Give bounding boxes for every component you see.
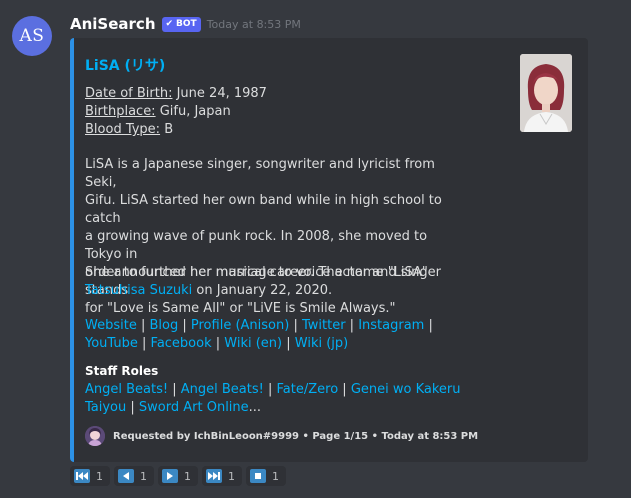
reaction-count: 1 <box>184 469 191 483</box>
reaction-count: 1 <box>140 469 147 483</box>
reaction-count: 1 <box>228 469 235 483</box>
message-timestamp[interactable]: Today at 8:53 PM <box>207 18 301 31</box>
birthplace-value: Gifu, Japan <box>155 104 231 119</box>
staff-role-link[interactable]: Genei wo Kakeru <box>351 382 461 397</box>
reaction-count: 1 <box>96 469 103 483</box>
twitter-link[interactable]: Twitter <box>302 318 346 333</box>
dob-value: June 24, 1987 <box>172 86 267 101</box>
blood-type-value: B <box>160 122 174 137</box>
requester-avatar-icon <box>85 426 105 446</box>
separator: | <box>263 382 277 397</box>
field-blood-type: Blood Type: B <box>85 122 173 137</box>
embed-title[interactable]: LiSA (リサ) <box>85 55 165 75</box>
profile-anison-link[interactable]: Profile (Anison) <box>191 318 289 333</box>
separator: | <box>178 318 191 333</box>
reactions-bar: 1 1 1 1 1 <box>70 466 286 486</box>
staff-roles-title: Staff Roles <box>85 364 159 378</box>
message-header: AniSearch ✔ BOT Today at 8:53 PM <box>70 14 301 34</box>
birthplace-label: Birthplace: <box>85 104 156 119</box>
reaction-count: 1 <box>272 469 279 483</box>
separator: | <box>424 318 433 333</box>
youtube-link[interactable]: YouTube <box>85 336 138 351</box>
wiki-en-link[interactable]: Wiki (en) <box>224 336 282 351</box>
field-birthplace: Birthplace: Gifu, Japan <box>85 104 231 119</box>
reaction-stop[interactable]: 1 <box>246 466 286 486</box>
embed-thumbnail[interactable] <box>520 54 572 132</box>
links-row-1: Website | Blog | Profile (Anison) | Twit… <box>85 318 433 333</box>
last-page-icon <box>206 469 222 483</box>
first-page-icon <box>74 469 90 483</box>
staff-role-link[interactable]: Fate/Zero <box>277 382 339 397</box>
bio-line: LiSA is a Japanese singer, songwriter an… <box>85 157 435 190</box>
bot-avatar[interactable]: AS <box>12 16 52 56</box>
staff-role-link[interactable]: Taiyou <box>85 400 126 415</box>
footer-text: Requested by IchBinLeoon#9999 • Page 1/1… <box>113 430 479 442</box>
next-page-icon <box>162 469 178 483</box>
reaction-last-page[interactable]: 1 <box>202 466 242 486</box>
separator: | <box>338 382 351 397</box>
previous-page-icon <box>118 469 134 483</box>
separator: | <box>126 400 139 415</box>
separator: | <box>289 318 302 333</box>
reaction-first-page[interactable]: 1 <box>70 466 110 486</box>
bio-line: a growing wave of punk rock. In 2008, sh… <box>85 229 428 262</box>
bio-line: for "Love is Same All" or "LiVE is Smile… <box>85 301 396 316</box>
blog-link[interactable]: Blog <box>149 318 178 333</box>
links-row-2: YouTube | Facebook | Wiki (en) | Wiki (j… <box>85 336 348 351</box>
stop-icon <box>250 469 266 483</box>
separator: | <box>282 336 295 351</box>
marriage-paragraph: She announced her marriage to voice acto… <box>85 264 445 300</box>
tatsuhisa-suzuki-link[interactable]: Tatsuhisa Suzuki <box>85 283 192 298</box>
staff-roles-row-2: Taiyou | Sword Art Online... <box>85 400 261 415</box>
marriage-line: She announced her marriage to voice acto… <box>85 265 441 280</box>
blood-type-label: Blood Type: <box>85 122 161 137</box>
separator: | <box>137 336 151 351</box>
reaction-next-page[interactable]: 1 <box>158 466 198 486</box>
staff-role-link[interactable]: Angel Beats! <box>85 382 168 397</box>
separator: | <box>136 318 150 333</box>
marriage-line-2: Tatsuhisa Suzuki on January 22, 2020. <box>85 282 445 300</box>
reaction-previous-page[interactable]: 1 <box>114 466 154 486</box>
facebook-link[interactable]: Facebook <box>151 336 212 351</box>
dob-label: Date of Birth: <box>85 86 173 101</box>
bio-line: Gifu. LiSA started her own band while in… <box>85 193 442 226</box>
embed-footer: Requested by IchBinLeoon#9999 • Page 1/1… <box>85 426 478 446</box>
bot-badge-label: BOT <box>176 19 197 29</box>
staff-roles-row-1: Angel Beats! | Angel Beats! | Fate/Zero … <box>85 382 461 397</box>
embed-card: LiSA (リサ) Date of Birth: June 24, 1987 B… <box>70 38 588 462</box>
wiki-jp-link[interactable]: Wiki (jp) <box>295 336 348 351</box>
separator: | <box>345 318 359 333</box>
bot-badge: ✔ BOT <box>161 16 201 32</box>
staff-role-link[interactable]: Sword Art Online <box>139 400 249 415</box>
field-date-of-birth: Date of Birth: June 24, 1987 <box>85 86 267 101</box>
website-link[interactable]: Website <box>85 318 137 333</box>
username[interactable]: AniSearch <box>70 15 156 33</box>
separator: | <box>211 336 225 351</box>
avatar-initials: AS <box>19 26 45 46</box>
instagram-link[interactable]: Instagram <box>358 318 424 333</box>
staff-role-link[interactable]: Angel Beats! <box>181 382 264 397</box>
staff-roles-ellipsis: ... <box>248 400 262 415</box>
marriage-date-text: on January 22, 2020. <box>192 283 333 298</box>
verified-check-icon: ✔ <box>165 19 174 29</box>
separator: | <box>168 382 181 397</box>
